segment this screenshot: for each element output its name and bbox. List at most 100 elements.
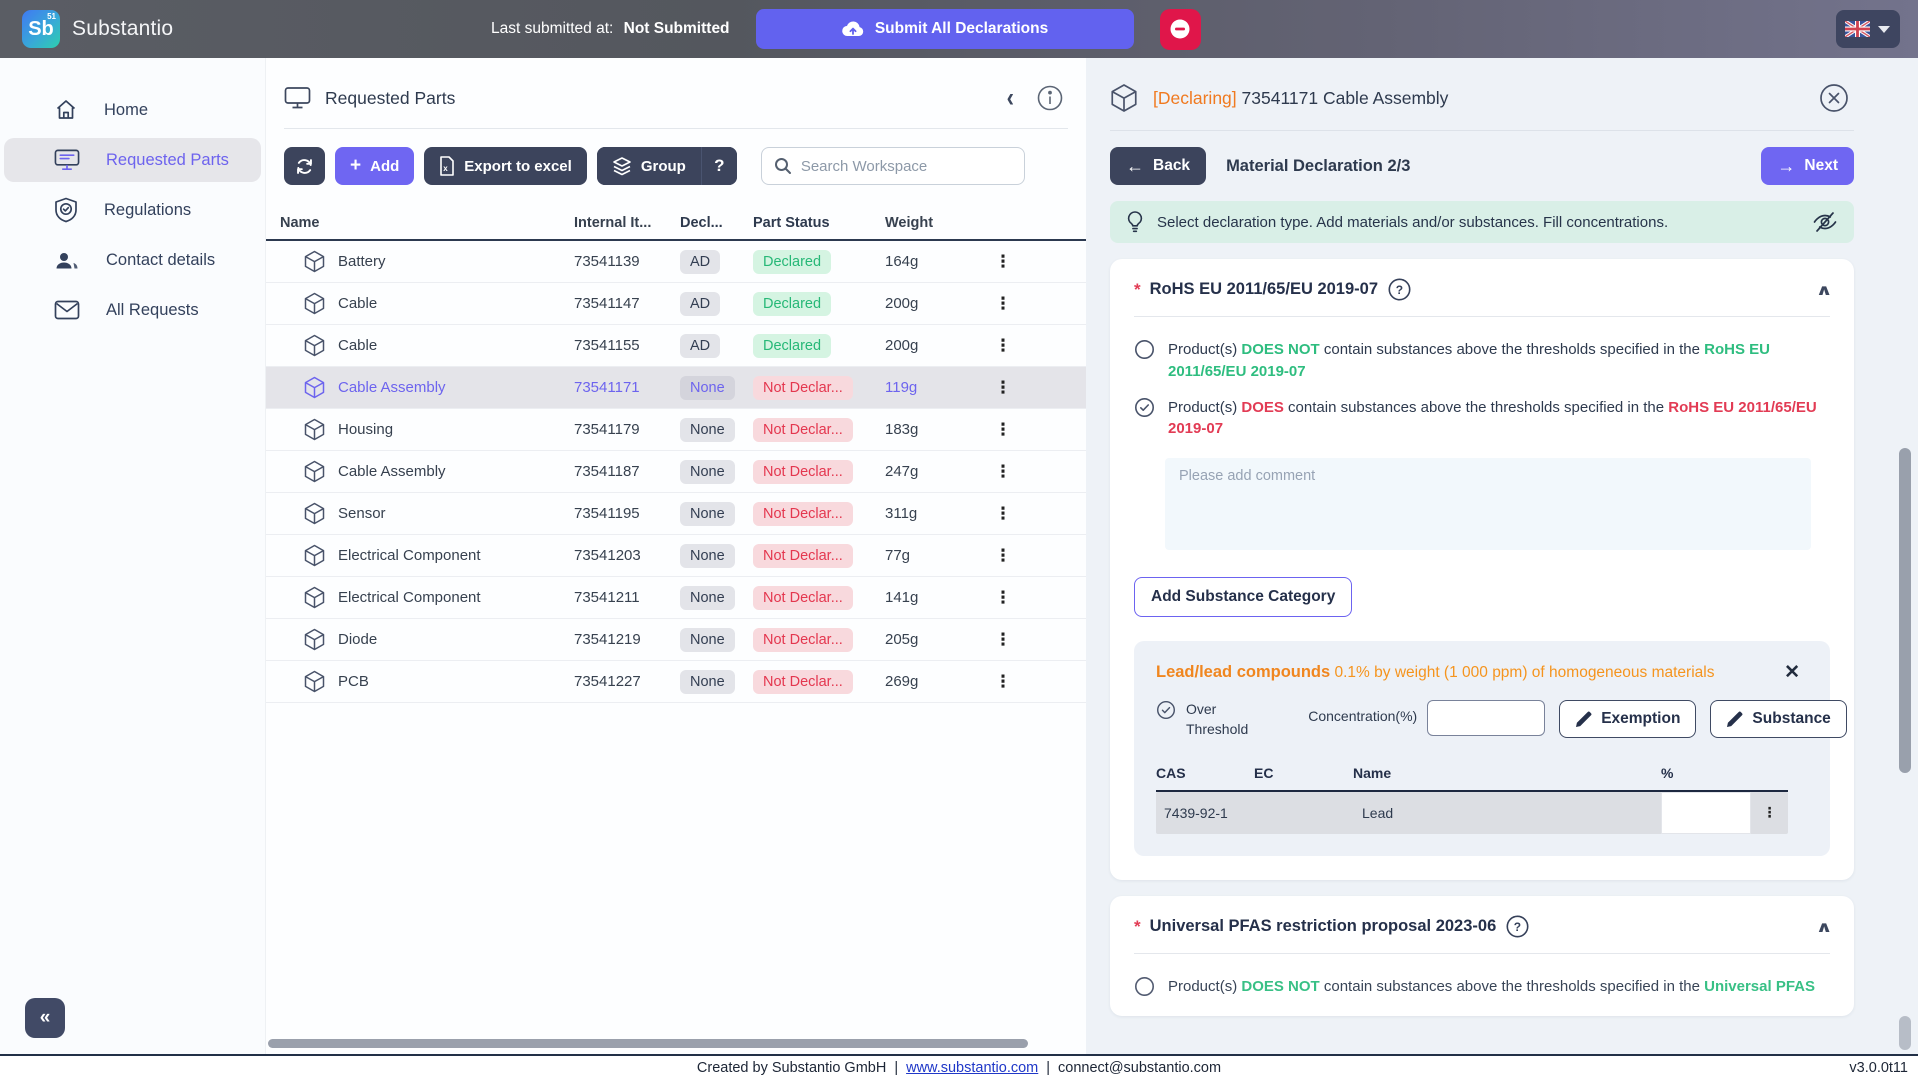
comment-input[interactable] xyxy=(1165,458,1811,550)
sidebar-item-regulations[interactable]: Regulations xyxy=(4,188,261,232)
rohs-option-does[interactable]: Product(s) DOES contain substances above… xyxy=(1134,397,1830,441)
sidebar-item-label: Requested Parts xyxy=(106,150,229,169)
collapse-section-icon[interactable]: ∧ xyxy=(1815,281,1832,299)
declaration-badge: AD xyxy=(680,249,721,274)
regulation-link[interactable]: Universal PFAS xyxy=(1704,978,1815,995)
app-root: Sb 51 Substantio Last submitted at: Not … xyxy=(0,0,1918,1079)
table-row[interactable]: Battery 73541139 AD Declared 164g ⋮ xyxy=(266,241,1086,283)
over-threshold[interactable]: Over Threshold xyxy=(1156,700,1248,739)
col-internal[interactable]: Internal It... xyxy=(574,215,680,231)
part-internal-id: 73541203 xyxy=(574,547,641,564)
rohs-option-does-not[interactable]: Product(s) DOES NOT contain substances a… xyxy=(1134,339,1830,383)
part-name: Electrical Component xyxy=(338,589,481,606)
substance-button[interactable]: Substance xyxy=(1710,700,1847,739)
submit-all-declarations-button[interactable]: Submit All Declarations xyxy=(755,9,1134,49)
group-help-button[interactable]: ? xyxy=(700,147,737,185)
table-row[interactable]: Housing 73541179 None Not Declar... 183g… xyxy=(266,409,1086,451)
part-internal-id: 73541139 xyxy=(574,253,640,270)
sidebar-item-requested-parts[interactable]: Requested Parts xyxy=(4,138,261,182)
declaration-badge: None xyxy=(680,543,735,568)
group-button[interactable]: Group xyxy=(596,147,701,185)
row-menu-icon[interactable]: ⋮ xyxy=(980,253,1026,271)
col-percent: % xyxy=(1661,765,1674,782)
table-row[interactable]: PCB 73541227 None Not Declar... 269g ⋮ xyxy=(266,661,1086,703)
col-decl[interactable]: Decl... xyxy=(680,215,753,231)
row-menu-icon[interactable]: ⋮ xyxy=(980,337,1026,355)
row-menu-icon[interactable]: ⋮ xyxy=(980,379,1026,397)
refresh-button[interactable] xyxy=(284,147,325,185)
next-button[interactable]: → Next xyxy=(1761,147,1854,185)
add-button[interactable]: + Add xyxy=(335,147,415,185)
sidebar-item-all-requests[interactable]: All Requests xyxy=(4,288,261,332)
concentration-input[interactable] xyxy=(1427,700,1546,737)
sidebar-item-home[interactable]: Home xyxy=(4,88,261,132)
close-panel-button[interactable] xyxy=(1818,82,1850,114)
search-workspace xyxy=(760,147,1025,185)
search-input[interactable] xyxy=(800,157,1012,175)
part-internal-id: 73541211 xyxy=(574,589,640,606)
sidebar-item-contact-details[interactable]: Contact details xyxy=(4,238,261,282)
table-row[interactable]: Cable Assembly 73541187 None Not Declar.… xyxy=(266,451,1086,493)
topbar: Sb 51 Substantio Last submitted at: Not … xyxy=(0,0,1918,58)
declaration-badge: None xyxy=(680,669,735,694)
part-name: PCB xyxy=(338,673,369,690)
minus-circle-icon xyxy=(1168,17,1192,41)
col-name[interactable]: Name xyxy=(280,215,574,231)
info-icon[interactable] xyxy=(1036,84,1064,112)
rohs-section: * RoHS EU 2011/65/EU 2019-07 ? ∧ Product… xyxy=(1110,259,1854,881)
back-button[interactable]: ← Back xyxy=(1110,147,1207,185)
row-menu-icon[interactable]: ⋮ xyxy=(980,463,1026,481)
radio-checked-icon xyxy=(1134,397,1155,441)
pencil-icon xyxy=(1726,711,1743,728)
col-weight[interactable]: Weight xyxy=(885,215,980,231)
help-circle-icon[interactable]: ? xyxy=(1505,914,1530,939)
col-name: Name xyxy=(1353,765,1392,782)
row-menu-icon[interactable]: ⋮ xyxy=(980,589,1026,607)
table-row[interactable]: Electrical Component 73541203 None Not D… xyxy=(266,535,1086,577)
col-status[interactable]: Part Status xyxy=(753,215,885,231)
status-badge: Declared xyxy=(753,291,832,316)
table-row[interactable]: Diode 73541219 None Not Declar... 205g ⋮ xyxy=(266,619,1086,661)
stop-button[interactable] xyxy=(1159,8,1201,50)
row-menu-icon[interactable]: ⋮ xyxy=(980,673,1026,691)
part-name: Cable xyxy=(338,295,378,312)
row-menu-icon[interactable]: ⋮ xyxy=(980,295,1026,313)
pfas-option-does-not[interactable]: Product(s) DOES NOT contain substances a… xyxy=(1134,976,1830,998)
table-row[interactable]: Sensor 73541195 None Not Declar... 311g … xyxy=(266,493,1086,535)
collapse-panel-icon[interactable]: ‹ xyxy=(1007,84,1014,111)
table-row[interactable]: Cable Assembly 73541171 None Not Declar.… xyxy=(266,367,1086,409)
substance-name: Lead xyxy=(1362,805,1394,822)
part-cube-icon xyxy=(304,544,325,567)
vertical-scrollbar-tail[interactable] xyxy=(1899,1016,1911,1050)
logo-number: 51 xyxy=(47,12,56,21)
table-row[interactable]: Cable 73541147 AD Declared 200g ⋮ xyxy=(266,283,1086,325)
col-cas: CAS xyxy=(1156,765,1186,782)
hide-hints-icon[interactable] xyxy=(1812,210,1838,234)
collapse-section-icon[interactable]: ∧ xyxy=(1815,918,1832,936)
help-circle-icon[interactable]: ? xyxy=(1387,277,1412,302)
row-menu-icon[interactable]: ⋮ xyxy=(1751,792,1788,835)
substance-percent-input[interactable] xyxy=(1661,792,1751,835)
remove-category-button[interactable]: ✕ xyxy=(1776,661,1808,684)
row-menu-icon[interactable]: ⋮ xyxy=(980,631,1026,649)
substance-row[interactable]: 7439-92-1 Lead ⋮ xyxy=(1156,792,1788,835)
table-row[interactable]: Electrical Component 73541211 None Not D… xyxy=(266,577,1086,619)
language-selector[interactable] xyxy=(1835,10,1900,48)
vertical-scrollbar[interactable] xyxy=(1899,448,1911,773)
footer-site-link[interactable]: www.substantio.com xyxy=(906,1060,1038,1076)
add-substance-category-button[interactable]: Add Substance Category xyxy=(1134,577,1353,617)
table-row[interactable]: Cable 73541155 AD Declared 200g ⋮ xyxy=(266,325,1086,367)
part-weight: 183g xyxy=(885,421,919,438)
declaration-badge: None xyxy=(680,459,735,484)
row-menu-icon[interactable]: ⋮ xyxy=(980,421,1026,439)
sidebar-collapse-button[interactable]: « xyxy=(25,998,65,1038)
exemption-button[interactable]: Exemption xyxy=(1559,700,1697,739)
part-name: Cable Assembly xyxy=(338,463,446,480)
row-menu-icon[interactable]: ⋮ xyxy=(980,505,1026,523)
declaration-badge: AD xyxy=(680,291,721,316)
export-to-excel-button[interactable]: x Export to excel xyxy=(424,147,587,185)
close-icon xyxy=(1818,82,1850,114)
concentration-label: Concentration(%) xyxy=(1308,708,1418,725)
row-menu-icon[interactable]: ⋮ xyxy=(980,547,1026,565)
horizontal-scrollbar[interactable] xyxy=(268,1039,1028,1048)
